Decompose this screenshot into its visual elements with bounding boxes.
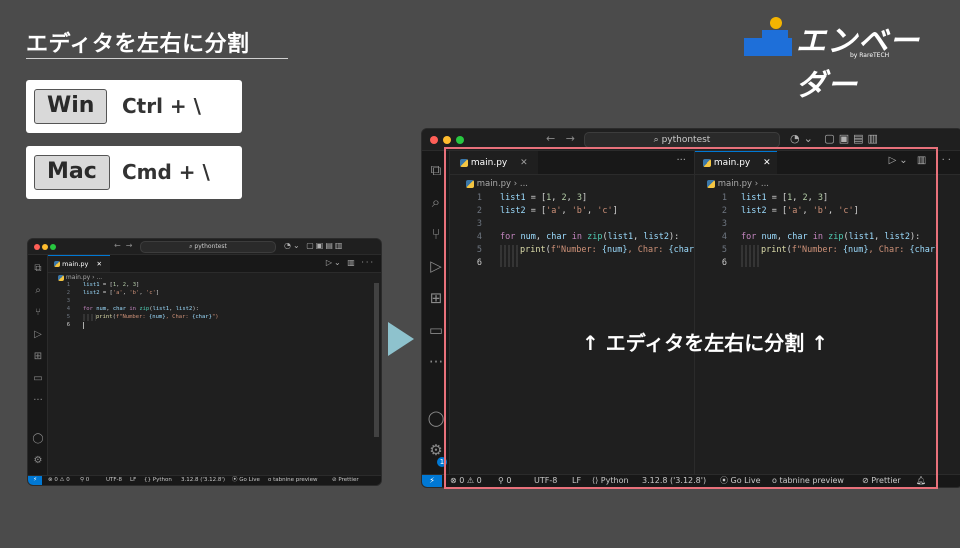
- command-center-text: pythontest: [661, 135, 711, 145]
- split-caption: ↑ エディタを左右に分割 ↑: [581, 331, 829, 355]
- shortcut-combo-mac: Cmd + \: [122, 160, 210, 184]
- command-center-text: pythontest: [194, 243, 227, 250]
- title-bar: ← → ⌕ pythontest ◔⌄ ▢▣▤▥: [28, 239, 381, 255]
- breadcrumb-file: main.py: [65, 274, 91, 281]
- minimize-window-button[interactable]: [42, 244, 48, 250]
- extensions-icon[interactable]: ⊞: [28, 351, 48, 362]
- close-tab-icon[interactable]: ✕: [96, 260, 101, 268]
- search-icon[interactable]: ⌕: [28, 285, 48, 296]
- split-highlight-frame: [444, 147, 938, 489]
- nav-arrows[interactable]: ← →: [546, 132, 575, 145]
- line-number: 1: [66, 282, 70, 288]
- account-icon[interactable]: ◯: [28, 433, 48, 444]
- indent-guide: [83, 314, 96, 321]
- tabnine-status[interactable]: o tabnine preview: [268, 476, 317, 485]
- page-title: エディタを左右に分割: [26, 32, 250, 57]
- python-file-icon: [54, 261, 60, 267]
- maximize-window-button[interactable]: [50, 244, 56, 250]
- prettier-status[interactable]: ⊘ Prettier: [332, 476, 359, 485]
- more-icon[interactable]: ···: [28, 395, 48, 406]
- scrollbar[interactable]: [374, 283, 379, 437]
- remote-explorer-icon[interactable]: ▭: [28, 373, 48, 384]
- layout-icons[interactable]: ◔⌄ ▢▣▤▥: [284, 241, 344, 250]
- layout-icons[interactable]: ◔⌄ ▢▣▤▥: [790, 132, 882, 145]
- line-number: 2: [66, 290, 70, 296]
- activity-bar: ⧉ ⌕ ⑂ ▷ ⊞ ▭ ··· ◯ ⚙: [28, 255, 48, 476]
- language-status[interactable]: {} Python: [144, 476, 172, 485]
- editor-actions[interactable]: ▷⌄ ▥ ···: [326, 258, 375, 267]
- line-number: 6: [66, 322, 70, 328]
- source-control-icon[interactable]: ⑂: [28, 307, 48, 318]
- golive-status[interactable]: ⦿ Go Live: [232, 476, 260, 485]
- command-center[interactable]: ⌕ pythontest: [584, 132, 780, 148]
- settings-gear-icon[interactable]: ⚙: [28, 455, 48, 466]
- vscode-window-before: ← → ⌕ pythontest ◔⌄ ▢▣▤▥ ⧉ ⌕ ⑂ ▷ ⊞ ▭ ···…: [27, 238, 382, 486]
- brand-sub: by RareTECH: [850, 52, 890, 59]
- remote-indicator[interactable]: ⚡: [422, 475, 442, 487]
- minimize-window-button[interactable]: [443, 136, 451, 144]
- line-number: 5: [66, 314, 70, 320]
- shortcut-mac: Mac Cmd + \: [26, 146, 242, 199]
- explorer-icon[interactable]: ⧉: [28, 263, 48, 274]
- problems-status[interactable]: ⊗ 0 ⚠ 0: [48, 476, 70, 485]
- os-key-mac: Mac: [34, 155, 110, 190]
- remote-indicator[interactable]: ⚡: [28, 476, 42, 485]
- nav-arrows[interactable]: ← →: [114, 241, 133, 250]
- run-debug-icon[interactable]: ▷: [28, 329, 48, 340]
- line-number: 3: [66, 298, 70, 304]
- text-cursor: [83, 322, 84, 329]
- command-center[interactable]: ⌕ pythontest: [140, 241, 276, 253]
- transition-arrow-icon: [388, 322, 414, 356]
- brand-mark-icon: [744, 17, 792, 56]
- eol-status[interactable]: LF: [130, 476, 136, 485]
- search-icon: ⌕: [653, 135, 659, 145]
- code-line-1: list1 = [1, 2, 3]: [83, 282, 140, 288]
- shortcut-combo-win: Ctrl + \: [122, 94, 201, 118]
- brand-logo: エンベーダー by RareTECH: [742, 14, 942, 103]
- tab-main-py[interactable]: main.py ✕: [48, 255, 110, 272]
- code-line-5: print(f"Number: {num}, Char: {char}"): [96, 314, 219, 320]
- shortcut-win: Win Ctrl + \: [26, 80, 242, 133]
- close-window-button[interactable]: [34, 244, 40, 250]
- code-line-4: for num, char in zip(list1, list2):: [83, 306, 199, 312]
- python-file-icon: [58, 274, 64, 281]
- os-key-win: Win: [34, 89, 108, 124]
- title-underline: [26, 58, 288, 59]
- search-icon: ⌕: [189, 243, 193, 250]
- code-editor[interactable]: 1 2 3 4 5 6 list1 = [1, 2, 3] list2 = ['…: [48, 281, 373, 476]
- line-number: 4: [66, 306, 70, 312]
- status-bar: ⚡ ⊗ 0 ⚠ 0 ⚲ 0 UTF-8 LF {} Python 3.12.8 …: [28, 475, 381, 485]
- encoding-status[interactable]: UTF-8: [106, 476, 122, 485]
- interpreter-status[interactable]: 3.12.8 ('3.12.8'): [181, 476, 225, 485]
- maximize-window-button[interactable]: [456, 136, 464, 144]
- tab-label: main.py: [62, 260, 89, 268]
- brand-name: エンベーダー: [796, 24, 920, 103]
- tab-bar: main.py ✕ ▷⌄ ▥ ···: [48, 255, 381, 273]
- close-window-button[interactable]: [430, 136, 438, 144]
- breadcrumb[interactable]: main.py › ...: [58, 274, 102, 281]
- ports-status[interactable]: ⚲ 0: [80, 476, 89, 485]
- code-line-2: list2 = ['a', 'b', 'c']: [83, 290, 160, 296]
- breadcrumb-rest: ...: [96, 274, 103, 281]
